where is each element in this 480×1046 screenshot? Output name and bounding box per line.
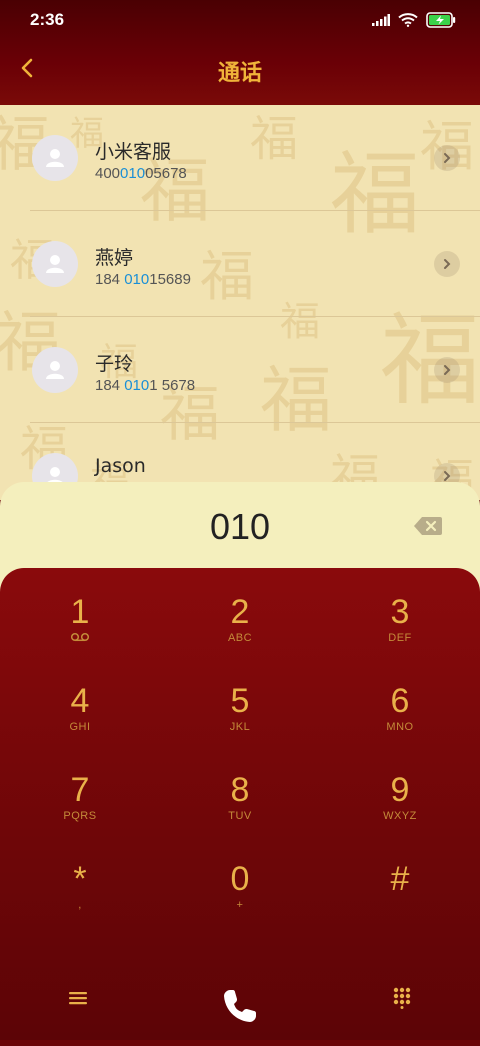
person-icon bbox=[46, 149, 64, 167]
dialed-number: 010 bbox=[209, 506, 271, 547]
dialpad-icon bbox=[393, 987, 411, 1009]
key-7[interactable]: 7 PQRS bbox=[0, 746, 160, 835]
avatar bbox=[32, 347, 78, 393]
contact-detail-button[interactable] bbox=[434, 357, 460, 383]
status-time: 2:36 bbox=[30, 10, 65, 29]
person-icon bbox=[46, 255, 64, 273]
contact-number: 184 0101 5678 bbox=[95, 377, 196, 394]
key-6[interactable]: 6 MNO bbox=[320, 657, 480, 746]
key-1[interactable]: 1 bbox=[0, 568, 160, 657]
key-star[interactable]: *, bbox=[0, 835, 160, 924]
backspace-icon bbox=[414, 517, 442, 535]
contact-detail-button[interactable] bbox=[434, 145, 460, 171]
key-2[interactable]: 2 ABC bbox=[160, 568, 320, 657]
avatar bbox=[32, 135, 78, 181]
key-9[interactable]: 9 WXYZ bbox=[320, 746, 480, 835]
signal-icon bbox=[372, 14, 390, 26]
status-bar: 2:36 bbox=[0, 0, 480, 40]
list-item[interactable]: 燕婷 184 01015689 bbox=[0, 211, 480, 317]
contact-name: 小米客服 bbox=[95, 141, 172, 163]
contact-name: 燕婷 bbox=[95, 247, 134, 269]
call-button[interactable] bbox=[200, 966, 280, 1046]
person-icon bbox=[46, 361, 64, 379]
contact-number: 184 01015689 bbox=[95, 271, 191, 288]
contact-list[interactable]: 福 福 福 福 福 福 福 福 福 福 福 福 福 福 福 福 福 福 小米客服… bbox=[0, 105, 480, 500]
key-8[interactable]: 8 TUV bbox=[160, 746, 320, 835]
list-item[interactable]: 子玲 184 0101 5678 bbox=[0, 317, 480, 423]
key-3[interactable]: 3 DEF bbox=[320, 568, 480, 657]
contact-detail-button[interactable] bbox=[434, 251, 460, 277]
key-0[interactable]: 0 + bbox=[160, 835, 320, 924]
contact-name: Jason bbox=[95, 455, 146, 477]
list-item[interactable]: 小米客服 40001005678 bbox=[0, 105, 480, 211]
chevron-right-icon bbox=[444, 259, 451, 269]
page-title: 通话 bbox=[217, 61, 262, 86]
key-hash[interactable]: # bbox=[320, 835, 480, 924]
menu-button[interactable] bbox=[58, 978, 98, 1018]
chevron-right-icon bbox=[444, 471, 451, 481]
contact-name: 子玲 bbox=[95, 353, 134, 375]
avatar bbox=[32, 241, 78, 287]
contact-number: 40001005678 bbox=[95, 165, 187, 182]
key-5[interactable]: 5 JKL bbox=[160, 657, 320, 746]
menu-icon bbox=[69, 992, 87, 1005]
status-icons bbox=[372, 12, 456, 28]
voicemail-icon bbox=[0, 632, 160, 645]
dialer-bottom-bar bbox=[0, 948, 480, 1038]
chevron-right-icon bbox=[444, 365, 451, 375]
wifi-icon bbox=[398, 13, 418, 27]
backspace-button[interactable] bbox=[414, 516, 442, 536]
phone-icon bbox=[224, 990, 256, 1022]
header: 2:36 通话 bbox=[0, 0, 480, 105]
dialpad-button[interactable] bbox=[382, 978, 422, 1018]
chevron-right-icon bbox=[444, 153, 451, 163]
dial-keypad: 1 2 ABC 3 DEF 4 GHI 5 JKL 6 MNO 7 PQRS 8 TUV 9W… bbox=[0, 568, 480, 1040]
battery-icon bbox=[426, 12, 456, 28]
key-4[interactable]: 4 GHI bbox=[0, 657, 160, 746]
